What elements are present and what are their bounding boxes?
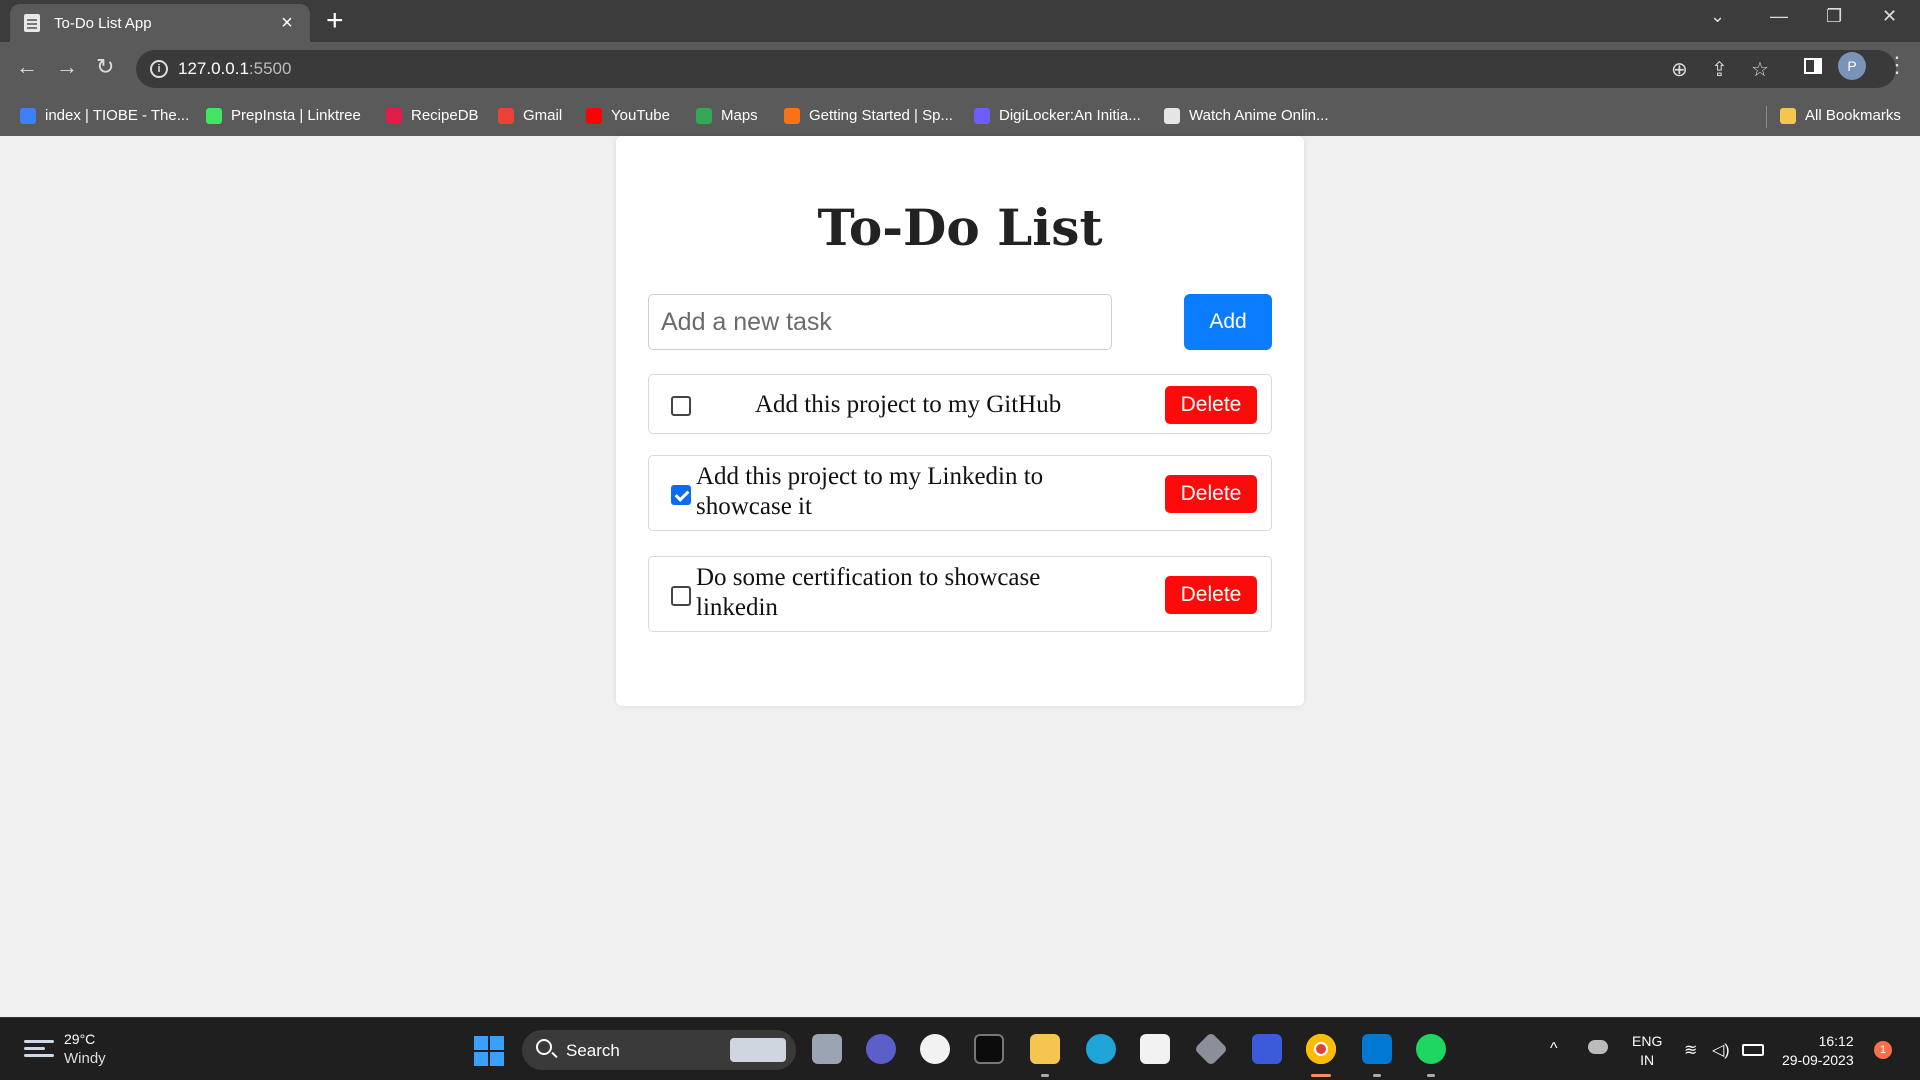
browser-tab[interactable]: To-Do List App ×	[10, 4, 310, 42]
bookmark-getting-started[interactable]: Getting Started | Sp...	[784, 107, 953, 124]
notification-badge[interactable]: 1	[1874, 1041, 1892, 1059]
profile-avatar[interactable]: P	[1838, 52, 1866, 80]
weather-temperature[interactable]: 29°C	[64, 1031, 95, 1047]
teams-chat-icon[interactable]	[866, 1034, 896, 1064]
task-item: Add this project to my Linkedin to showc…	[648, 455, 1272, 531]
share-icon[interactable]: ⇪	[1711, 57, 1728, 82]
edge-icon[interactable]	[1086, 1034, 1116, 1064]
bookmark-tiobe[interactable]: index | TIOBE - The...	[20, 107, 189, 124]
wind-icon[interactable]	[24, 1040, 54, 1060]
anime-site-icon	[1164, 107, 1180, 124]
app-running-indicator	[1427, 1074, 1435, 1077]
bookmark-prepinsta[interactable]: PrepInsta | Linktree	[206, 107, 361, 124]
weather-condition[interactable]: Windy	[64, 1050, 106, 1067]
address-bar[interactable]: i 127.0.0.1:5500 ⊕ ⇪ ☆	[136, 50, 1896, 88]
bookmark-maps[interactable]: Maps	[696, 107, 758, 124]
page-title: To-Do List	[817, 198, 1103, 257]
zoom-icon[interactable]: ⊕	[1671, 57, 1688, 82]
notepad-icon	[24, 14, 40, 32]
search-highlight-image	[730, 1038, 786, 1062]
volume-icon[interactable]: ◁)	[1712, 1040, 1730, 1060]
minimize-button[interactable]: —	[1770, 6, 1788, 27]
youtube-icon	[586, 107, 602, 124]
task-item: Do some certification to showcase linked…	[648, 556, 1272, 632]
gmail-icon	[498, 107, 514, 124]
reload-button[interactable]: ↻	[96, 54, 114, 80]
file-explorer-icon[interactable]	[1030, 1034, 1060, 1064]
app-running-indicator	[1373, 1074, 1381, 1077]
taskbar: 29°C Windy Search ^ ENG IN ≋ ◁) 16:12 29…	[0, 1017, 1920, 1080]
onedrive-error-icon[interactable]	[1588, 1040, 1608, 1054]
task-text: Add this project to my Linkedin to showc…	[696, 463, 1044, 520]
task-item: Add this project to my GitHub Delete	[648, 374, 1272, 434]
task-text: Do some certification to showcase linked…	[696, 564, 1041, 621]
task-view-icon[interactable]	[812, 1034, 842, 1064]
forward-button[interactable]: →	[56, 54, 78, 80]
tab-title: To-Do List App	[54, 14, 152, 32]
delete-task-button[interactable]: Delete	[1165, 475, 1257, 513]
close-tab-icon[interactable]: ×	[276, 12, 298, 35]
todo-card: To-Do List Add Add this project to my Gi…	[616, 136, 1304, 706]
store-icon[interactable]	[1140, 1034, 1170, 1064]
url-text[interactable]: 127.0.0.1:5500	[178, 59, 291, 79]
task-checkbox[interactable]	[671, 396, 691, 416]
search-label: Search	[566, 1041, 620, 1060]
messenger-icon[interactable]	[920, 1034, 950, 1064]
clock[interactable]: 16:12 29-09-2023	[1782, 1032, 1854, 1070]
vscode-icon[interactable]	[1362, 1034, 1392, 1064]
chrome-icon[interactable]	[1306, 1034, 1336, 1064]
task-checkbox[interactable]	[671, 586, 691, 606]
bookmark-youtube[interactable]: YouTube	[586, 107, 670, 124]
search-icon	[536, 1039, 552, 1055]
cloud-icon	[974, 107, 990, 124]
bookmarks-bar: index | TIOBE - The... PrepInsta | Linkt…	[0, 96, 1920, 136]
all-bookmarks-button[interactable]: All Bookmarks	[1780, 107, 1901, 124]
bookmark-digilocker[interactable]: DigiLocker:An Initia...	[974, 107, 1141, 124]
folder-icon	[1780, 107, 1796, 124]
app-running-indicator	[1041, 1074, 1049, 1077]
linktree-icon	[206, 107, 222, 124]
new-task-input[interactable]	[648, 294, 1112, 350]
bookmark-star-icon[interactable]: ☆	[1751, 57, 1769, 82]
page-viewport: To-Do List Add Add this project to my Gi…	[0, 136, 1920, 1017]
menu-icon[interactable]: ⋮	[1886, 52, 1908, 78]
tab-strip: To-Do List App × + ⌄ — ❐ ✕	[0, 0, 1920, 42]
task-text: Add this project to my GitHub	[755, 391, 1062, 418]
language-indicator[interactable]: ENG IN	[1632, 1032, 1662, 1070]
chevron-up-icon[interactable]: ^	[1550, 1040, 1558, 1058]
back-button[interactable]: ←	[16, 54, 38, 80]
site-info-icon[interactable]: i	[150, 60, 168, 78]
markdown-app-icon[interactable]	[1252, 1034, 1282, 1064]
restore-button[interactable]: ❐	[1826, 6, 1842, 27]
taskbar-search[interactable]: Search	[522, 1030, 796, 1070]
bookmark-divider	[1766, 106, 1767, 128]
delete-task-button[interactable]: Delete	[1165, 386, 1257, 424]
bookmark-anime[interactable]: Watch Anime Onlin...	[1164, 107, 1329, 124]
side-panel-icon[interactable]	[1804, 58, 1822, 74]
close-window-button[interactable]: ✕	[1882, 6, 1897, 27]
cube-app-icon[interactable]	[1194, 1032, 1228, 1066]
tiobe-icon	[20, 107, 36, 124]
flame-icon	[784, 107, 800, 124]
terminal-icon[interactable]	[974, 1034, 1004, 1064]
bookmark-recipedb[interactable]: RecipeDB	[386, 107, 479, 124]
spotify-icon[interactable]	[1416, 1034, 1446, 1064]
tab-search-icon[interactable]: ⌄	[1710, 6, 1725, 27]
new-tab-button[interactable]: +	[326, 4, 344, 38]
task-checkbox[interactable]	[671, 485, 691, 505]
bookmark-gmail[interactable]: Gmail	[498, 107, 562, 124]
active-app-indicator	[1311, 1074, 1331, 1077]
windows-start-icon[interactable]	[474, 1036, 504, 1066]
recipedb-icon	[386, 107, 402, 124]
battery-icon[interactable]	[1742, 1044, 1764, 1056]
browser-toolbar: ← → ↻ i 127.0.0.1:5500 ⊕ ⇪ ☆ P ⋮	[0, 42, 1920, 96]
wifi-icon[interactable]: ≋	[1684, 1040, 1697, 1060]
delete-task-button[interactable]: Delete	[1165, 576, 1257, 614]
maps-icon	[696, 107, 712, 124]
add-task-button[interactable]: Add	[1184, 294, 1272, 350]
